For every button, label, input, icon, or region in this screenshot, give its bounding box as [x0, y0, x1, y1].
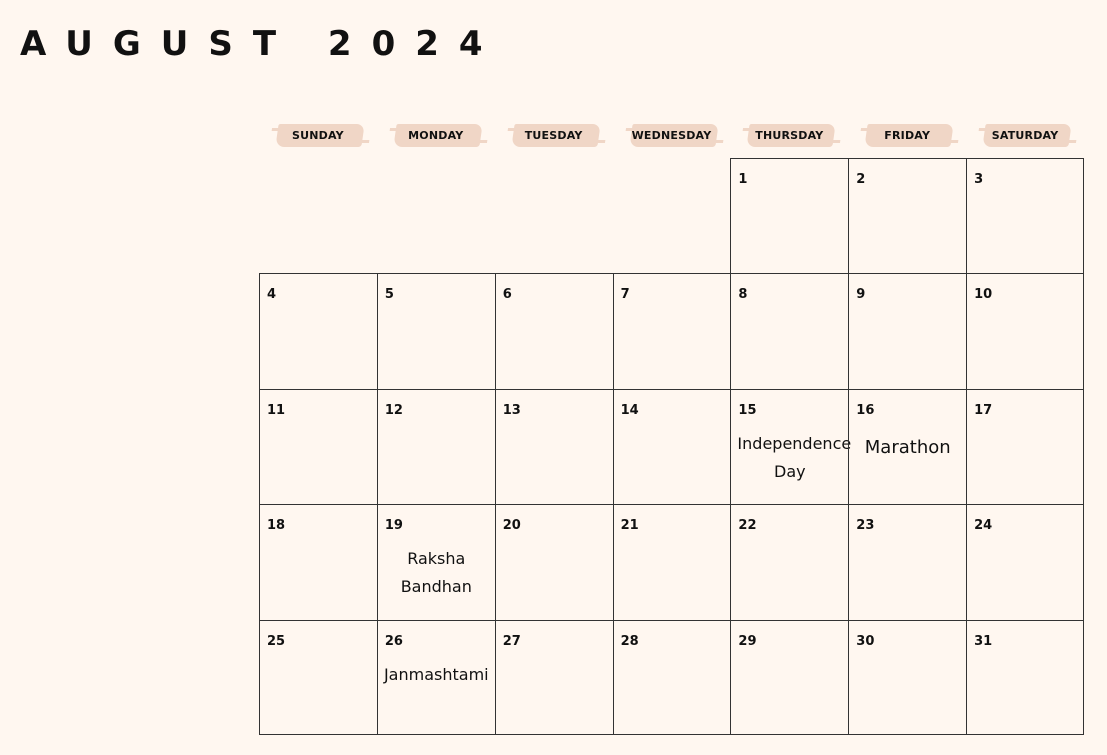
day-cell[interactable]: 11 [259, 388, 377, 505]
day-number: 15 [738, 402, 757, 418]
day-cell[interactable]: 27 [494, 619, 613, 735]
day-cell[interactable]: 8 [730, 273, 849, 389]
empty-cell [377, 158, 495, 273]
month-title: AUGUST 2024 [20, 24, 503, 64]
day-number: 24 [974, 518, 993, 534]
day-cell[interactable]: 4 [259, 273, 377, 389]
day-number: 21 [620, 518, 639, 534]
empty-cell [613, 158, 731, 273]
day-number: 31 [974, 633, 993, 649]
day-cell[interactable]: 18 [259, 504, 377, 620]
weekday-thursday: THURSDAY [730, 122, 848, 148]
day-cell[interactable]: 15 Independence Day [730, 388, 852, 505]
day-number: 16 [856, 402, 875, 418]
event-label: Raksha Bandhan [400, 549, 472, 597]
calendar-grid: 1 2 3 4 5 6 7 8 9 10 11 12 13 14 15 Independence Day 16 M… [259, 158, 1084, 735]
day-cell[interactable]: 14 [612, 388, 731, 505]
day-number: 25 [267, 633, 286, 649]
day-cell[interactable]: 24 [966, 504, 1084, 620]
empty-cell [495, 158, 613, 273]
day-number: 28 [620, 633, 639, 649]
day-cell[interactable]: 26 Janmashtami [376, 619, 495, 735]
day-cell[interactable]: 19 Raksha Bandhan [376, 504, 495, 620]
day-number: 5 [384, 287, 394, 303]
day-cell[interactable]: 23 [848, 504, 967, 620]
day-number: 1 [738, 172, 748, 187]
day-number: 9 [856, 287, 866, 303]
day-number: 18 [267, 518, 286, 534]
day-cell[interactable]: 17 [966, 388, 1084, 505]
day-cell[interactable]: 7 [612, 273, 731, 389]
day-number: 19 [384, 518, 403, 534]
day-cell[interactable]: 9 [848, 273, 967, 389]
day-cell[interactable]: 10 [966, 273, 1084, 389]
weekday-friday: FRIDAY [848, 122, 966, 148]
day-number: 27 [502, 633, 521, 649]
day-cell[interactable]: 30 [848, 619, 967, 735]
weekday-tuesday: TUESDAY [495, 122, 613, 148]
day-cell[interactable]: 29 [730, 619, 849, 735]
day-number: 26 [384, 633, 403, 649]
weekday-saturday: SATURDAY [966, 122, 1084, 148]
day-number: 30 [856, 633, 875, 649]
day-number: 14 [620, 402, 639, 418]
day-number: 29 [738, 633, 757, 649]
day-number: 11 [267, 402, 286, 418]
day-cell[interactable]: 2 [848, 158, 967, 274]
day-number: 23 [856, 518, 875, 534]
empty-cell [259, 158, 377, 273]
day-number: 13 [502, 402, 521, 418]
day-number: 4 [267, 287, 277, 303]
day-cell[interactable]: 12 [376, 388, 495, 505]
day-number: 17 [974, 402, 993, 418]
day-number: 10 [974, 287, 993, 303]
day-number: 22 [738, 518, 757, 534]
weekday-monday: MONDAY [377, 122, 495, 148]
event-label: Independence Day [737, 433, 852, 481]
day-number: 8 [738, 287, 748, 303]
weekday-header-row: SUNDAY MONDAY TUESDAY WEDNESDAY THURSDAY… [259, 122, 1084, 148]
day-cell[interactable]: 3 [966, 158, 1084, 274]
day-cell[interactable]: 13 [494, 388, 613, 505]
day-cell[interactable]: 25 [259, 619, 377, 735]
day-number: 12 [384, 402, 403, 418]
day-cell[interactable]: 28 [612, 619, 731, 735]
event-label: Janmashtami [383, 664, 489, 684]
day-number: 7 [620, 287, 630, 303]
day-cell[interactable]: 5 [376, 273, 495, 389]
weekday-wednesday: WEDNESDAY [613, 122, 731, 148]
day-cell[interactable]: 16 Marathon [848, 388, 967, 505]
weekday-sunday: SUNDAY [259, 122, 377, 148]
day-number: 20 [502, 518, 521, 534]
day-cell[interactable]: 1 [730, 158, 849, 274]
day-number: 3 [974, 172, 984, 187]
day-number: 2 [856, 172, 866, 187]
calendar-page: AUGUST 2024 SUNDAY MONDAY TUESDAY WEDNES… [0, 0, 1107, 755]
day-number: 6 [502, 287, 512, 303]
day-cell[interactable]: 20 [494, 504, 613, 620]
day-cell[interactable]: 22 [730, 504, 849, 620]
day-cell[interactable]: 21 [612, 504, 731, 620]
day-cell[interactable]: 31 [966, 619, 1084, 735]
event-label: Marathon [864, 436, 951, 458]
day-cell[interactable]: 6 [494, 273, 613, 389]
